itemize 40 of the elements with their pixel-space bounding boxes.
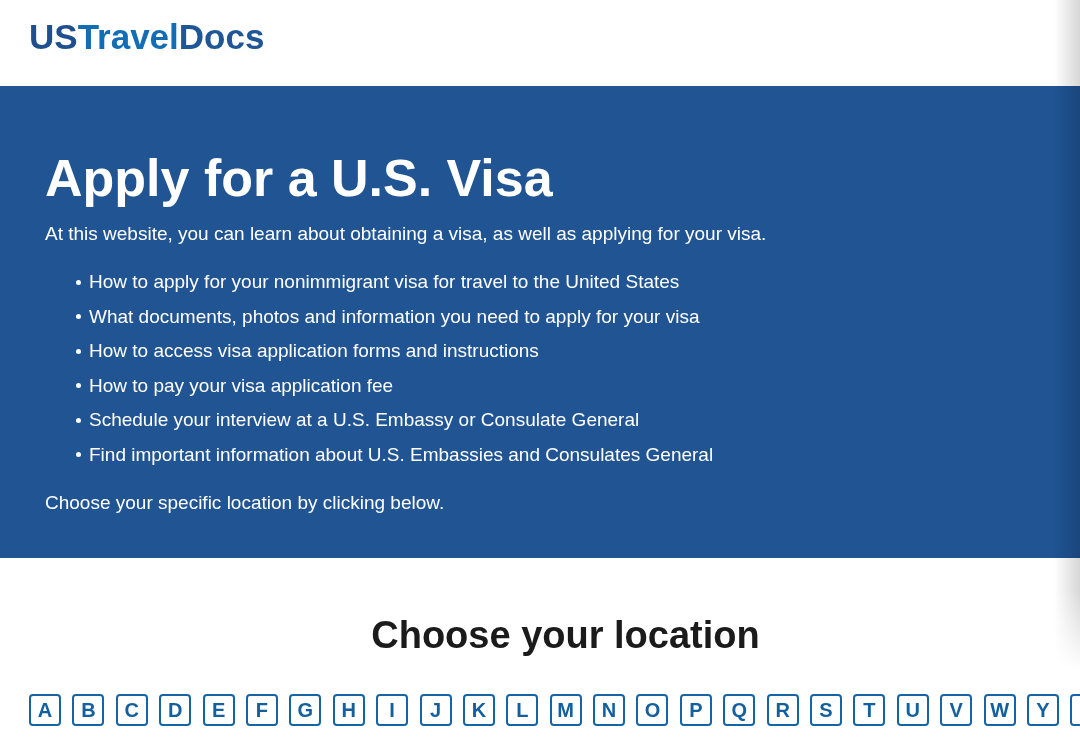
site-logo[interactable]: USTravelDocs [29,19,265,54]
letter-button[interactable]: A [29,693,61,726]
location-prompt: Choose your specific location by clicking below. [45,490,445,515]
bullet-icon [76,417,81,423]
bullet-icon [76,279,81,285]
letter-button[interactable]: V [940,693,973,726]
info-list-item: What documents, photos and information you need to apply for your visa [89,304,700,329]
letter-button[interactable]: W [983,693,1016,726]
letter-button[interactable]: N [593,693,626,726]
intro-text: At this website, you can learn about obtaining a visa, as well as applying for your visa. [45,222,767,246]
letter-button[interactable]: I [376,693,409,726]
bullet-icon [76,383,81,389]
section-heading: Choose your location [371,615,760,654]
letter-button[interactable]: B [72,693,105,726]
letter-button[interactable]: Q [723,693,756,726]
letter-button[interactable]: O [636,693,669,726]
letter-button[interactable]: F [245,693,278,726]
letter-button[interactable]: C [115,693,148,726]
letter-button[interactable]: M [549,693,582,726]
bullet-icon [76,348,81,354]
info-list-item: How to pay your visa application fee [89,373,394,398]
letter-button[interactable]: S [810,693,843,726]
bullet-icon [76,314,81,320]
letter-button[interactable]: U [896,693,929,726]
letter-button[interactable]: E [202,693,235,726]
letter-button[interactable]: K [462,693,495,726]
letter-button[interactable]: Y [1027,693,1059,726]
bullet-icon [76,452,81,458]
info-list-item: How to apply for your nonimmigrant visa for travel to the United States [89,270,680,294]
letter-button[interactable]: P [679,693,712,726]
letter-button[interactable]: G [289,693,322,726]
info-list-item: Find important information about U.S. Embassies and Consulates General [89,442,714,467]
letter-button[interactable]: J [419,693,452,726]
letter-button[interactable]: T [853,693,886,726]
info-list-item: Schedule your interview at a U.S. Embassy or Consulate General [89,408,640,433]
info-list-item: How to access visa application forms and instructions [89,339,539,364]
letter-button[interactable]: R [766,693,799,726]
letter-button[interactable]: D [159,693,192,726]
letter-button[interactable]: H [332,693,365,726]
letter-button[interactable]: L [506,693,539,726]
